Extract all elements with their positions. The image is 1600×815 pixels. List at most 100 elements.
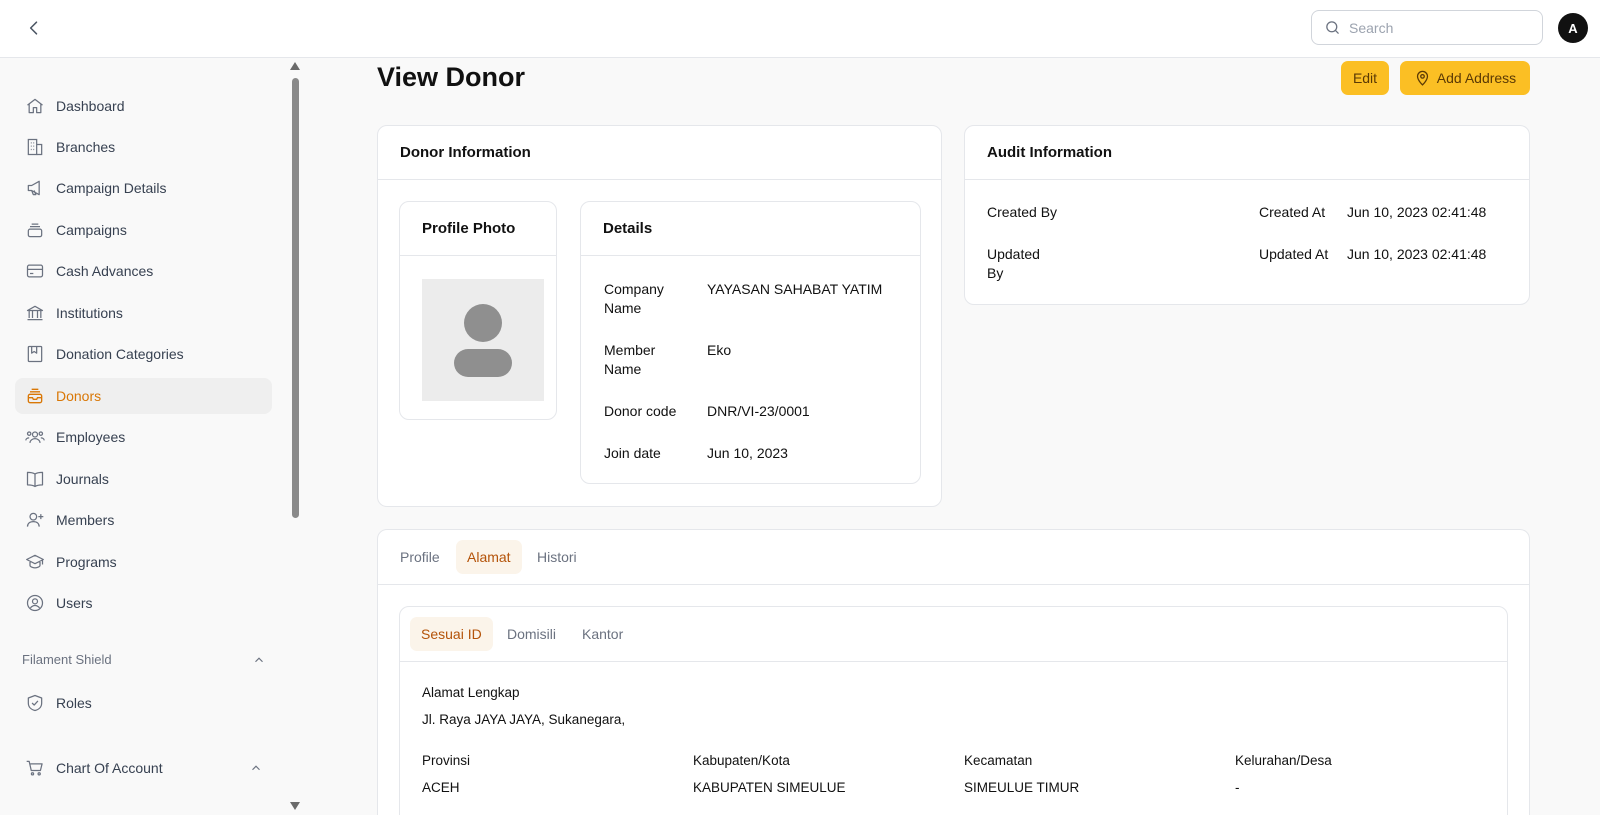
sidebar-item-campaign-details[interactable]: Campaign Details [15,170,272,206]
sidebar-item-label: Members [56,512,115,528]
top-bar: A [0,0,1600,58]
address-card: Sesuai ID Domisili Kantor Alamat Lengkap… [399,606,1508,815]
inbox-stack-icon [24,385,46,407]
tab-histori[interactable]: Histori [526,540,588,574]
updated-at-label: Updated At [1259,246,1329,262]
sidebar-item-label: Roles [56,695,92,711]
kelurahan-value: - [1235,780,1240,795]
group-filament-shield[interactable]: Filament Shield [22,652,266,667]
member-name-label: Member Name [604,342,656,377]
search-box[interactable] [1311,10,1543,45]
sidebar-item-branches[interactable]: Branches [15,129,272,165]
chevron-up-icon [252,765,260,771]
company-name-value: YAYASAN SAHABAT YATIM [707,281,883,297]
kelurahan-label: Kelurahan/Desa [1235,753,1332,768]
sidebar-item-users[interactable]: Users [15,585,272,621]
add-address-button[interactable]: Add Address [1400,61,1530,95]
credit-card-icon [24,260,46,282]
member-name-value: Eko [707,342,732,358]
sidebar-item-cash-advances[interactable]: Cash Advances [15,253,272,289]
company-name-label: Company Name [604,281,664,316]
sidebar-item-label: Branches [56,139,116,155]
chevron-left-icon [29,21,38,35]
join-date-label: Join date [604,445,661,461]
sidebar-item-label: Employees [56,429,126,445]
provinsi-label: Provinsi [422,753,471,768]
back-button[interactable] [22,16,46,40]
profile-photo [422,279,544,401]
search-input[interactable] [1349,19,1529,36]
sidebar-item-members[interactable]: Members [15,502,272,538]
search-icon [1326,21,1339,34]
users-group-icon [24,426,46,448]
user-plus-icon [24,509,46,531]
details-card: Details Company Name YAYASAN SAHABAT YAT… [580,201,921,484]
tabs-card: Profile Alamat Histori Sesuai ID Domisil… [377,529,1530,815]
book-open-icon [24,468,46,490]
sidebar-item-label: Campaign Details [56,180,167,196]
map-pin-icon [1416,70,1428,86]
created-by-label: Created By [987,204,1058,220]
sidebar-item-label: Donors [56,388,102,404]
alamat-lengkap-value: Jl. Raya JAYA JAYA, Sukanegara, [422,712,626,727]
kabupaten-value: KABUPATEN SIMEULUE [693,780,846,795]
sidebar-item-label: Donation Categories [56,346,184,362]
sidebar-item-dashboard[interactable]: Dashboard [15,88,272,124]
group-label: Filament Shield [22,652,112,667]
sidebar-item-campaigns[interactable]: Campaigns [15,212,272,248]
scroll-up-arrow[interactable] [290,62,300,70]
scroll-down-arrow[interactable] [290,802,300,810]
edit-button[interactable]: Edit [1341,61,1389,95]
bookmark-icon [24,343,46,365]
sidebar-item-donation-categories[interactable]: Donation Categories [15,336,272,372]
sidebar-item-label: Institutions [56,305,123,321]
shield-check-icon [24,692,46,714]
add-address-button-label: Add Address [1436,70,1517,86]
building-icon [24,136,46,158]
sidebar-item-label: Campaigns [56,222,127,238]
group-label: Chart Of Account [56,760,163,776]
edit-button-label: Edit [1352,70,1378,86]
profile-photo-title: Profile Photo [400,202,556,256]
home-icon [24,95,46,117]
megaphone-icon [24,177,46,199]
sidebar-item-label: Users [56,595,93,611]
scroll-thumb[interactable] [292,78,299,518]
shopping-cart-icon [24,757,46,779]
donor-information-title: Donor Information [378,126,941,180]
page-title: View Donor [377,62,526,92]
academic-cap-icon [24,551,46,573]
avatar[interactable]: A [1558,13,1588,43]
group-chart-of-account[interactable]: Chart Of Account [15,750,272,786]
bank-icon [24,302,46,324]
tab-alamat[interactable]: Alamat [456,540,522,574]
tabs-divider [378,584,1529,585]
kecamatan-label: Kecamatan [964,753,1033,768]
tab-domisili[interactable]: Domisili [496,617,567,651]
tab-profile[interactable]: Profile [389,540,451,574]
created-at-value: Jun 10, 2023 02:41:48 [1347,204,1487,220]
chevron-up-icon [255,656,263,662]
tab-kantor[interactable]: Kantor [571,617,634,651]
stack-icon [24,219,46,241]
updated-by-label: Updated By [987,246,1040,281]
join-date-value: Jun 10, 2023 [707,445,788,461]
sidebar-item-journals[interactable]: Journals [15,461,272,497]
sidebar-item-roles[interactable]: Roles [15,685,272,721]
alamat-lengkap-label: Alamat Lengkap [422,685,520,700]
sidebar: Dashboard Branches Campaign Details Camp… [0,58,302,815]
sidebar-item-donors[interactable]: Donors [15,378,272,414]
sidebar-item-programs[interactable]: Programs [15,544,272,580]
user-silhouette-icon [454,304,512,377]
tab-sesuai-id[interactable]: Sesuai ID [410,617,493,651]
address-tabs-divider [400,661,1507,662]
sidebar-item-institutions[interactable]: Institutions [15,295,272,331]
sidebar-item-employees[interactable]: Employees [15,419,272,455]
donor-code-label: Donor code [604,403,677,419]
details-title: Details [581,202,920,256]
kecamatan-value: SIMEULUE TIMUR [964,780,1080,795]
created-at-label: Created At [1259,204,1326,220]
donor-code-value: DNR/VI-23/0001 [707,403,810,419]
user-circle-icon [24,592,46,614]
sidebar-item-label: Dashboard [56,98,125,114]
